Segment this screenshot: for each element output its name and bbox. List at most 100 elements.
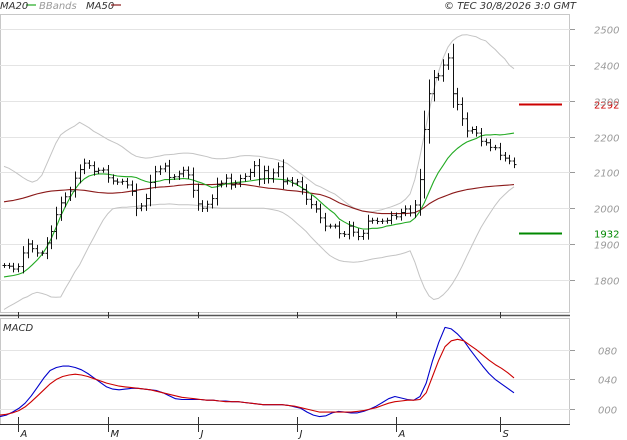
price-bar bbox=[342, 231, 347, 237]
price-tick-label: 2000 bbox=[594, 205, 619, 216]
price-bar bbox=[366, 214, 371, 240]
price-bar bbox=[470, 126, 475, 134]
price-bar bbox=[252, 161, 257, 178]
price-bar bbox=[125, 177, 130, 189]
price-bar bbox=[403, 205, 408, 217]
price-bar bbox=[309, 195, 314, 209]
x-tick-label: J bbox=[199, 429, 204, 440]
price-bar bbox=[30, 240, 35, 253]
moving-averages bbox=[3, 132, 515, 278]
price-bar bbox=[493, 144, 498, 151]
price-bar bbox=[49, 225, 54, 250]
legend-ma50-label: MA50 bbox=[86, 1, 114, 12]
price-bar bbox=[323, 212, 328, 232]
stock-chart: MA20 BBands MA50 © TEC 30/8/2026 3:0 GMT… bbox=[0, 1, 619, 440]
macd-line bbox=[0, 326, 515, 418]
macd-panel-frame bbox=[0, 318, 570, 425]
price-bar bbox=[385, 217, 390, 224]
legend-ma20-label: MA20 bbox=[0, 1, 28, 12]
price-bar bbox=[474, 125, 479, 137]
legend: MA20 BBands MA50 © TEC 30/8/2026 3:0 GMT bbox=[0, 1, 577, 12]
x-tick-label: A bbox=[398, 429, 406, 440]
price-tick-label: 2300 bbox=[594, 98, 619, 109]
price-bar bbox=[63, 192, 68, 208]
price-bar bbox=[262, 165, 267, 184]
price-bar bbox=[11, 262, 16, 273]
price-bar bbox=[271, 168, 276, 183]
price-bar bbox=[26, 238, 31, 259]
price-bar bbox=[337, 221, 342, 239]
ma20-line bbox=[3, 132, 515, 278]
price-bar bbox=[243, 173, 248, 182]
price-bar bbox=[432, 69, 437, 102]
macd-axis-ticks: 080 040 000 bbox=[570, 347, 617, 417]
source-stamp: © TEC 30/8/2026 3:0 GMT bbox=[444, 1, 577, 12]
price-bar bbox=[229, 173, 234, 190]
macd-tick-label: 040 bbox=[598, 376, 617, 387]
price-bar bbox=[101, 167, 106, 173]
macd-title: MACD bbox=[3, 323, 33, 334]
price-bar bbox=[408, 205, 413, 217]
x-tick-label: A bbox=[20, 429, 28, 440]
legend-bbands-label: BBands bbox=[39, 1, 77, 12]
price-tick-label: 1900 bbox=[594, 241, 619, 252]
price-bar bbox=[304, 184, 309, 205]
x-tick-label: S bbox=[503, 429, 510, 440]
x-tick-label: M bbox=[111, 429, 120, 440]
price-bar bbox=[92, 161, 97, 176]
price-bar bbox=[276, 162, 281, 178]
price-bar bbox=[215, 177, 220, 206]
price-bar bbox=[375, 217, 380, 225]
macd-tick-label: 080 bbox=[598, 347, 617, 358]
price-bar bbox=[295, 178, 300, 187]
price-bar bbox=[281, 159, 286, 190]
price-bar bbox=[87, 159, 92, 169]
price-bar bbox=[238, 174, 243, 188]
x-tick-label: J bbox=[298, 429, 303, 440]
price-bar bbox=[224, 174, 229, 188]
price-tick-label: 2500 bbox=[594, 26, 619, 37]
price-bar bbox=[35, 244, 40, 257]
price-bar bbox=[361, 229, 366, 240]
price-bar bbox=[153, 165, 158, 189]
price-bar bbox=[333, 223, 338, 229]
price-bar bbox=[484, 138, 489, 146]
price-bar bbox=[512, 157, 517, 169]
price-bar bbox=[318, 203, 323, 224]
price-bar bbox=[163, 162, 168, 173]
price-bar bbox=[351, 221, 356, 237]
price-bar bbox=[266, 165, 271, 184]
price-bar bbox=[380, 218, 385, 224]
price-bar bbox=[451, 43, 456, 108]
macd-lines bbox=[0, 326, 515, 418]
macd-tick-label: 000 bbox=[598, 406, 617, 417]
price-bar bbox=[2, 263, 7, 268]
price-bar bbox=[455, 87, 460, 111]
price-bar bbox=[498, 142, 503, 161]
macd-grid bbox=[0, 350, 570, 410]
price-bar bbox=[82, 158, 87, 175]
price-bar bbox=[446, 53, 451, 70]
price-bar bbox=[248, 168, 253, 181]
ma50-line bbox=[3, 183, 515, 215]
price-grid bbox=[0, 29, 570, 281]
price-bar bbox=[507, 154, 512, 165]
price-tick-label: 2200 bbox=[594, 134, 619, 145]
macd-panel: MACD 080 040 000 bbox=[0, 318, 617, 425]
price-bar bbox=[148, 174, 153, 207]
price-bar bbox=[503, 151, 508, 162]
price-bar bbox=[465, 112, 470, 138]
price-bar bbox=[7, 262, 12, 269]
price-bar bbox=[134, 183, 139, 217]
price-bar bbox=[196, 183, 201, 211]
price-bar bbox=[139, 203, 144, 212]
price-bar bbox=[96, 167, 101, 175]
price-bar bbox=[115, 178, 120, 185]
price-bar bbox=[314, 200, 319, 213]
price-bar bbox=[73, 171, 78, 198]
bb-lower-line bbox=[3, 186, 515, 310]
price-bar bbox=[370, 217, 375, 224]
level-label: 1932 bbox=[594, 230, 619, 241]
price-tick-label: 1800 bbox=[594, 277, 619, 288]
price-tick-label: 2100 bbox=[594, 169, 619, 180]
